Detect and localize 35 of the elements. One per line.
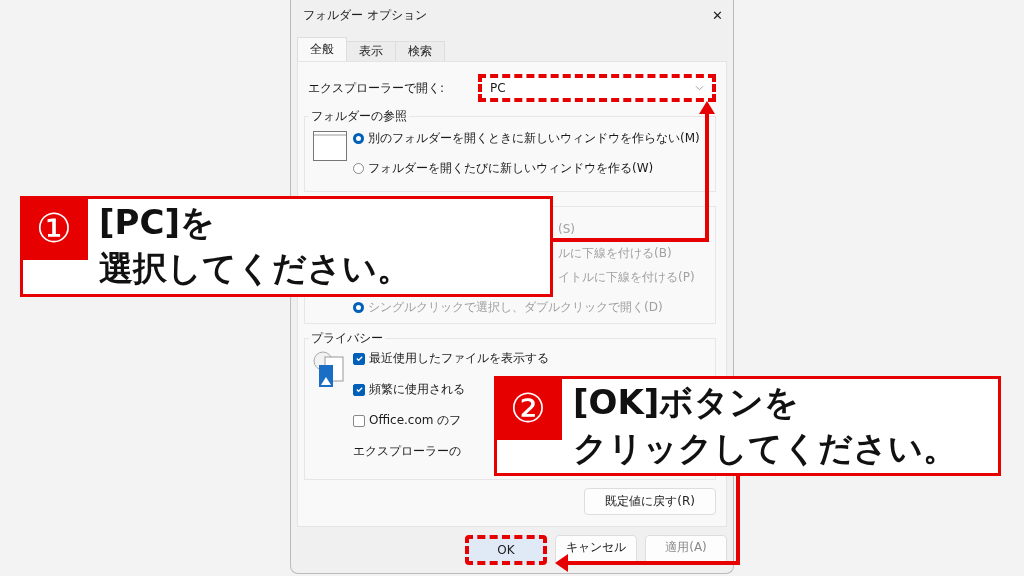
group-label: フォルダーの参照 xyxy=(309,108,409,125)
tab[interactable]: 検索 xyxy=(395,41,445,61)
step-number: ② xyxy=(494,376,562,440)
dialog-button[interactable]: OK xyxy=(465,535,547,565)
checkbox[interactable] xyxy=(353,383,365,396)
option-label: Office.com のフ xyxy=(369,412,462,429)
radio-button[interactable] xyxy=(353,132,364,144)
group-label: プライバシー xyxy=(309,330,385,347)
history-label: エクスプローラーの xyxy=(353,443,461,460)
option-label: フォルダーを開くたびに新しいウィンドウを作る(W) xyxy=(368,159,654,177)
tab[interactable]: 全般 xyxy=(297,37,347,61)
option-label: 別のフォルダーを開くときに新しいウィンドウを作らない(M) xyxy=(368,129,700,147)
tab[interactable]: 表示 xyxy=(346,41,396,61)
window-title: フォルダー オプション xyxy=(303,6,427,24)
callout-text: [OK]ボタンを xyxy=(573,381,801,424)
checkbox[interactable] xyxy=(353,414,365,427)
step-number: ① xyxy=(20,196,88,260)
option-label: 最近使用したファイルを表示する xyxy=(369,350,549,367)
callout-text: [PC]を xyxy=(99,201,216,244)
radio-button[interactable] xyxy=(353,162,364,174)
callout-text: クリックしてください。 xyxy=(573,427,957,470)
option-label: (S) xyxy=(558,222,575,236)
window-icon xyxy=(313,131,347,161)
reset-button[interactable]: 既定値に戻す(R) xyxy=(584,488,716,515)
option-label: シングルクリックで選択し、ダブルクリックで開く(D) xyxy=(368,298,663,316)
documents-icon xyxy=(313,351,347,389)
chevron-icon xyxy=(695,85,704,91)
option-label: イトルに下線を付ける(P) xyxy=(558,268,695,286)
checkbox[interactable] xyxy=(353,352,365,365)
option-label: 頻繁に使用される xyxy=(369,381,465,398)
dropdown[interactable]: PC xyxy=(478,74,716,102)
callout-text: 選択してください。 xyxy=(99,247,411,290)
close-button[interactable]: ✕ xyxy=(708,5,727,25)
open-with-label: エクスプローラーで開く: xyxy=(307,79,446,97)
option-label: ルに下線を付ける(B) xyxy=(558,244,672,262)
